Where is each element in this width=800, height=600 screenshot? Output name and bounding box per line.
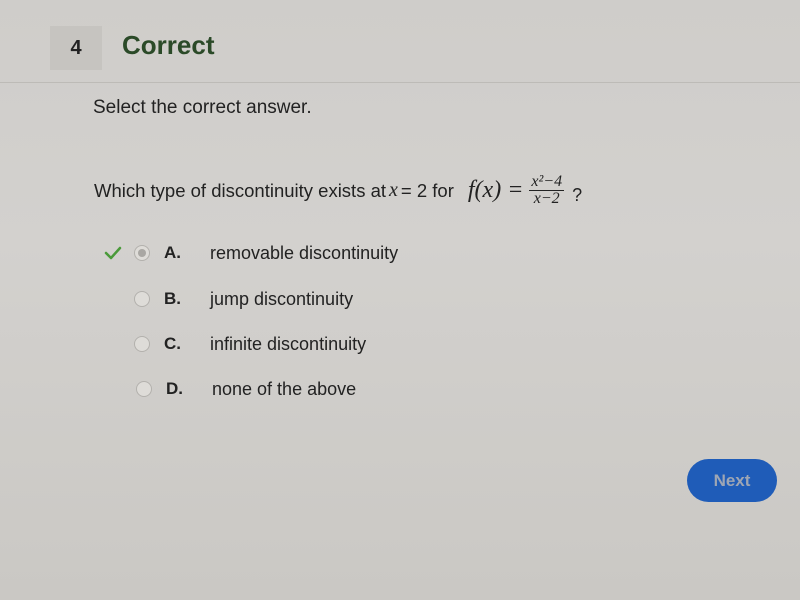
- question-equals: = 2 for: [400, 179, 454, 201]
- question-number: 4: [50, 26, 102, 70]
- option-text: infinite discontinuity: [210, 333, 367, 354]
- option-letter: D.: [166, 379, 183, 398]
- formula-lhs: f(x) =: [467, 177, 524, 203]
- status-label: Correct: [122, 30, 215, 60]
- formula-fraction: x²−4 x−2: [529, 173, 565, 207]
- option-text: removable discontinuity: [210, 242, 399, 263]
- radio-button[interactable]: [134, 245, 150, 261]
- question-text: Which type of discontinuity exists at x …: [94, 174, 582, 207]
- option-a[interactable]: A. removable discontinuity: [100, 238, 500, 268]
- formula: f(x) = x²−4 x−2 ?: [468, 174, 582, 207]
- checkmark-icon: [104, 246, 122, 260]
- header-band: [0, 0, 800, 83]
- question-variable: x: [389, 179, 398, 201]
- option-letter: A.: [164, 243, 181, 262]
- option-b[interactable]: B. jump discontinuity: [100, 284, 500, 314]
- next-button[interactable]: Next: [687, 459, 777, 502]
- instruction-text: Select the correct answer.: [93, 97, 312, 118]
- radio-button[interactable]: [134, 291, 150, 307]
- option-text: jump discontinuity: [210, 288, 354, 309]
- radio-button[interactable]: [136, 381, 152, 397]
- option-text: none of the above: [212, 378, 357, 399]
- option-letter: C.: [164, 334, 181, 353]
- question-prefix: Which type of discontinuity exists at: [94, 179, 387, 201]
- formula-numerator: x²−4: [529, 173, 565, 191]
- option-d[interactable]: D. none of the above: [100, 374, 500, 404]
- radio-button[interactable]: [134, 336, 150, 352]
- option-c[interactable]: C. infinite discontinuity: [100, 329, 500, 359]
- option-letter: B.: [164, 289, 181, 308]
- formula-denominator: x−2: [533, 190, 560, 207]
- question-mark: ?: [572, 185, 583, 205]
